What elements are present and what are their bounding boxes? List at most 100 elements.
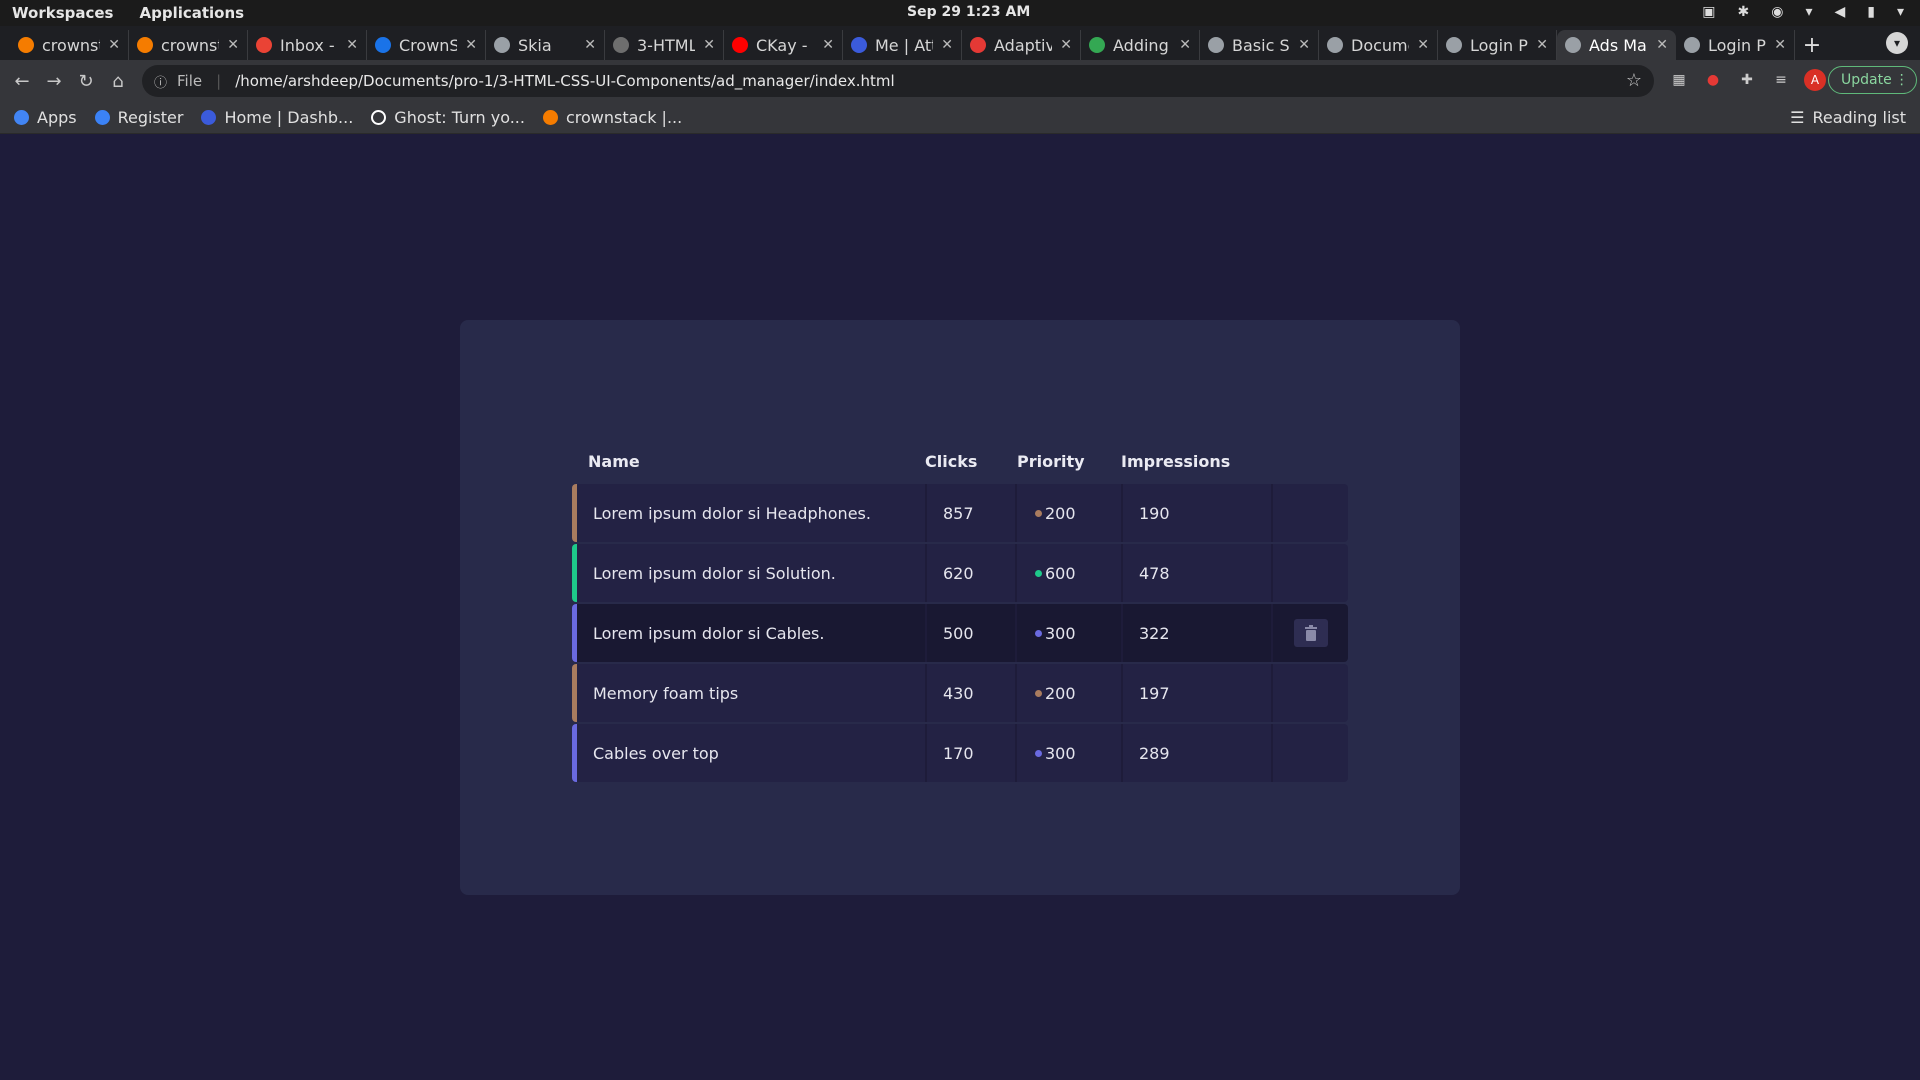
close-tab-icon[interactable]: ✕ [703,37,715,53]
system-clock[interactable]: Sep 29 1:23 AM [907,4,1030,20]
new-tab-button[interactable]: + [1795,30,1829,60]
browser-tab[interactable]: Adaptiv ✕ [962,30,1081,60]
calendar-icon [375,37,391,53]
applications-menu[interactable]: Applications [139,4,244,22]
back-icon[interactable]: ← [6,65,38,97]
bookmark-item[interactable]: crownstack |... [542,108,683,127]
address-bar[interactable]: ⓘ File | /home/arshdeep/Documents/pro-1/… [142,65,1654,97]
more-menu-icon[interactable]: ⋮ [1895,72,1909,88]
close-tab-icon[interactable]: ✕ [1179,37,1191,53]
tab-search-icon[interactable]: ▾ [1886,32,1908,54]
table-row[interactable]: Memory foam tips 430 200 197 [572,664,1348,722]
browser-tab[interactable]: 3-HTML ✕ [605,30,724,60]
tab-title: Adding [1113,35,1169,55]
priority-dot-icon [1035,569,1042,577]
close-tab-icon[interactable]: ✕ [1774,37,1786,53]
bookmarks-bar: Apps Register Home | Dashb... Ghost: Turn y… [0,102,1920,134]
close-tab-icon[interactable]: ✕ [1536,37,1548,53]
tab-title: Docume [1351,35,1409,55]
close-tab-icon[interactable]: ✕ [1417,37,1429,53]
url-text[interactable]: /home/arshdeep/Documents/pro-1/3-HTML-CS… [235,72,894,90]
table-row[interactable]: Cables over top 170 300 289 [572,724,1348,782]
home-icon[interactable]: ⌂ [102,65,134,97]
browser-tab[interactable]: crownst ✕ [129,30,248,60]
bookmark-label: crownstack |... [565,108,683,127]
close-tab-icon[interactable]: ✕ [1298,37,1310,53]
screen-share-icon[interactable]: ▣ [1702,4,1715,20]
browser-tab[interactable]: CKay - L ✕ [724,30,843,60]
close-tab-icon[interactable]: ✕ [584,37,596,53]
cell-name: Memory foam tips [593,683,739,703]
tab-title: crownst [161,35,220,55]
browser-tab[interactable]: Basic S ✕ [1200,30,1319,60]
reading-list-button[interactable]: ☰ Reading list [1790,108,1906,127]
close-tab-icon[interactable]: ✕ [1060,37,1072,53]
browser-tab[interactable]: Inbox - ✕ [248,30,367,60]
browser-tab[interactable]: Docume ✕ [1319,30,1438,60]
cell-clicks: 620 [925,544,1015,602]
tab-title: Inbox - [280,35,335,55]
extensions-puzzle-icon[interactable]: ✚ [1736,69,1758,91]
close-tab-icon[interactable]: ✕ [346,37,358,53]
system-menu-chevron-icon[interactable]: ▾ [1897,4,1904,20]
media-queue-icon[interactable]: ≡ [1770,69,1792,91]
cell-clicks: 170 [925,724,1015,782]
table-row[interactable]: Lorem ipsum dolor si Solution. 620 600 478 [572,544,1348,602]
slack-icon[interactable]: ✱ [1737,4,1749,20]
forward-icon[interactable]: → [38,65,70,97]
github-icon [613,37,629,53]
tab-title: Ads Ma [1589,35,1647,55]
reading-list-icon: ☰ [1790,108,1805,127]
table-row[interactable]: Lorem ipsum dolor si Headphones. 857 200 19… [572,484,1348,542]
close-tab-icon[interactable]: ✕ [941,37,953,53]
globe-icon [1565,37,1581,53]
tab-title: CrownS [399,35,458,55]
close-tab-icon[interactable]: ✕ [227,37,239,53]
profile-avatar[interactable]: A [1804,69,1826,91]
bookmark-star-icon[interactable]: ☆ [1626,70,1642,91]
wifi-icon[interactable]: ▾ [1805,4,1812,20]
extension-icon[interactable]: ▦ [1668,69,1690,91]
header-name[interactable]: Name [572,452,925,471]
close-tab-icon[interactable]: ✕ [1656,37,1668,53]
extension-red-icon[interactable]: ● [1702,69,1724,91]
browser-tab[interactable]: Adding ✕ [1081,30,1200,60]
bookmark-item[interactable]: Register [94,108,183,127]
update-button[interactable]: Update ⋮ [1828,66,1917,94]
browser-tab[interactable]: Login P ✕ [1676,30,1795,60]
close-tab-icon[interactable]: ✕ [822,37,834,53]
bookmark-item[interactable]: Home | Dashb... [201,108,353,127]
priority-dot-icon [1035,629,1042,637]
delete-row-button[interactable] [1293,619,1328,647]
volume-icon[interactable]: ◀ [1834,4,1845,20]
workspaces-menu[interactable]: Workspaces [12,4,113,22]
browser-tab[interactable]: Skia ✕ [486,30,605,60]
header-clicks[interactable]: Clicks [925,452,1015,471]
browser-tab-strip: crownst ✕ crownst ✕ Inbox - ✕ CrownS ✕ Skia ✕ 3-HT… [0,26,1920,60]
priority-value: 600 [1045,563,1076,583]
k-icon [201,110,217,125]
close-tab-icon[interactable]: ✕ [108,37,120,53]
browser-tab[interactable]: Login P ✕ [1438,30,1557,60]
bookmark-item[interactable]: Ghost: Turn yo... [371,108,525,127]
reload-icon[interactable]: ↻ [70,65,102,97]
table-row[interactable]: Lorem ipsum dolor si Cables. 500 300 322 [572,604,1348,662]
tab-title: Basic S [1232,35,1290,55]
close-tab-icon[interactable]: ✕ [465,37,477,53]
priority-dot-icon [1035,689,1042,697]
browser-tab[interactable]: Ads Ma ✕ [1557,30,1676,60]
browser-tab[interactable]: CrownS ✕ [367,30,486,60]
gmail-icon [256,37,272,53]
browser-tab[interactable]: Me | Att ✕ [843,30,962,60]
header-impressions[interactable]: Impressions [1121,452,1271,471]
site-info-icon[interactable]: ⓘ [154,72,167,91]
tab-title: crownst [42,35,101,55]
battery-icon[interactable]: ▮ [1867,4,1875,20]
browser-tab[interactable]: crownst ✕ [10,30,129,60]
discord-icon[interactable]: ◉ [1771,4,1783,20]
cell-impressions: 322 [1121,604,1271,662]
tab-title: Me | Att [875,35,934,55]
bookmark-item[interactable]: Apps [14,108,77,127]
header-priority[interactable]: Priority [1015,452,1121,471]
url-separator: | [216,72,222,90]
